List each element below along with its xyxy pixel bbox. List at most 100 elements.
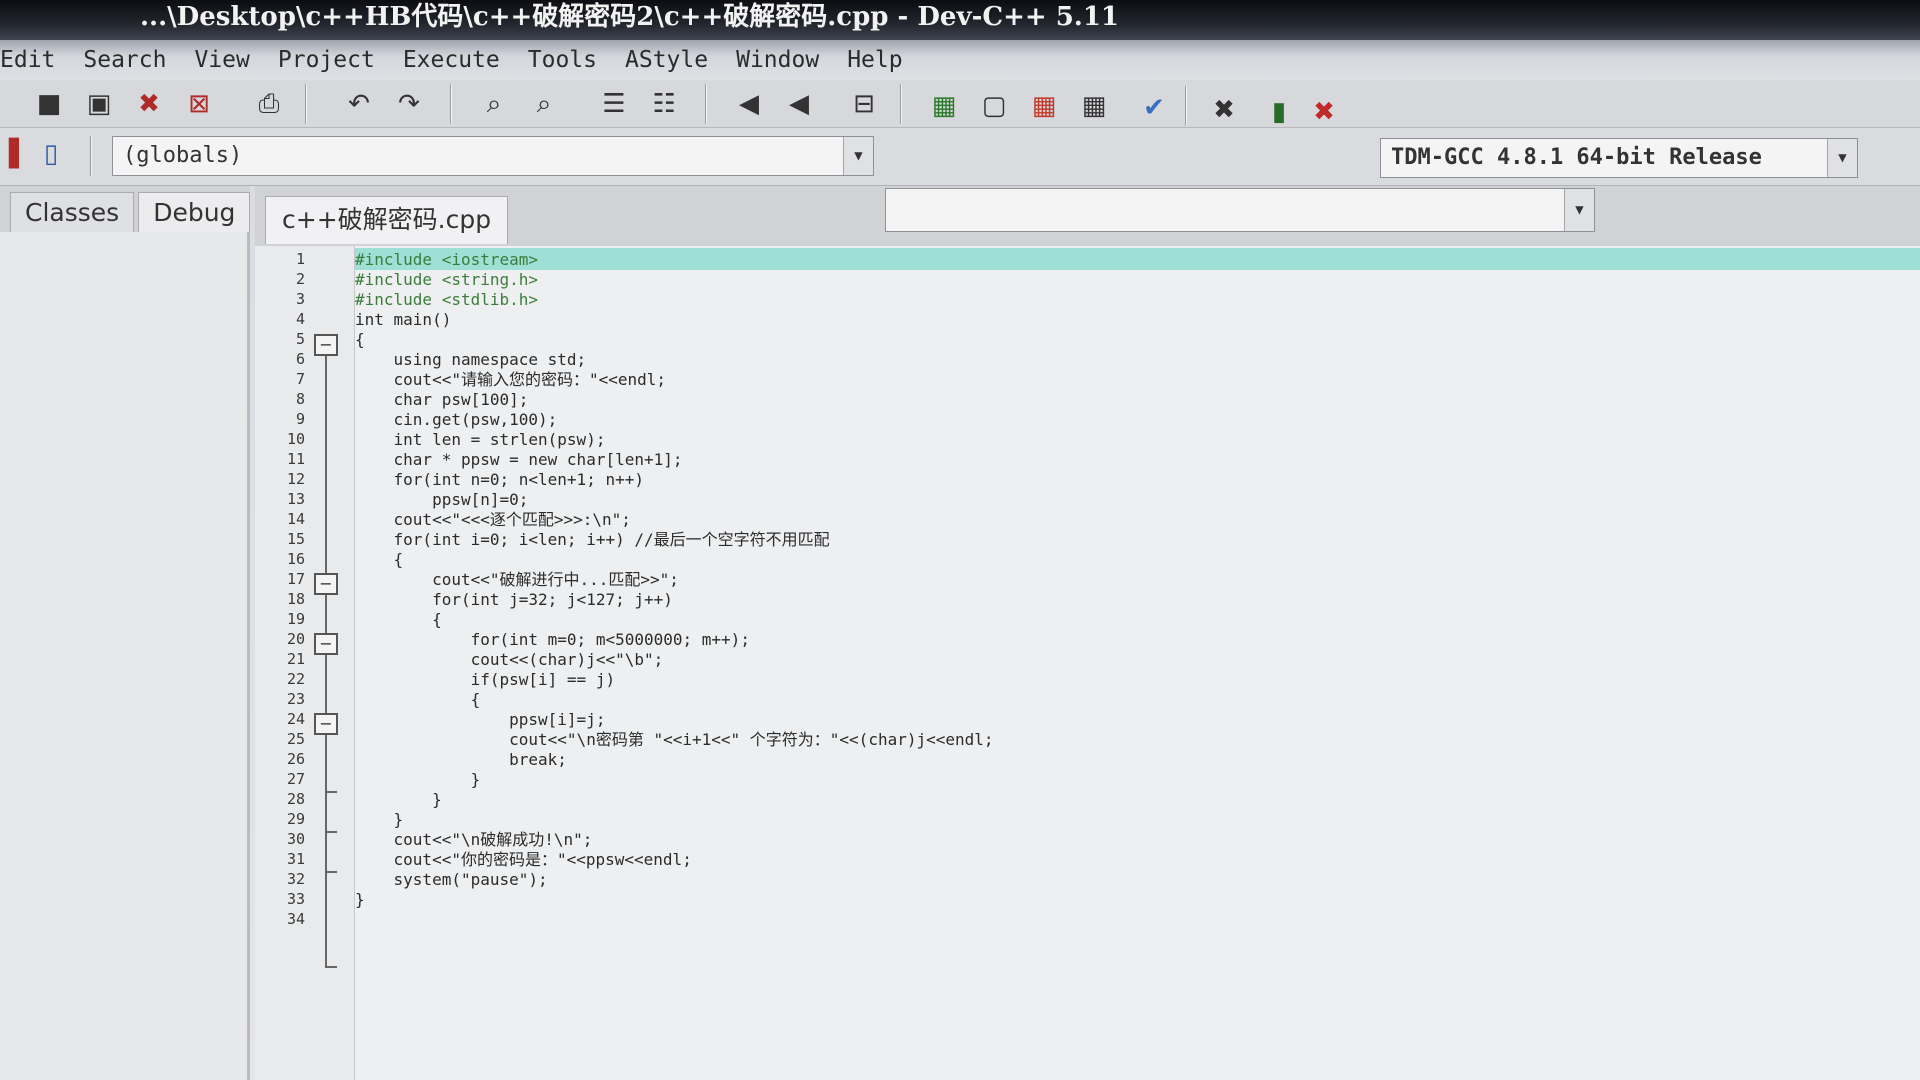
member-combo[interactable]: ▼ bbox=[885, 188, 1595, 232]
compile-icon[interactable]: ▦ bbox=[925, 88, 963, 124]
unindent-icon[interactable]: ☷ bbox=[645, 86, 683, 122]
close-file-icon[interactable]: ✖ bbox=[130, 86, 168, 122]
tab-debug[interactable]: Debug bbox=[138, 192, 251, 232]
delete-profile-icon[interactable]: ✖ bbox=[1305, 94, 1343, 130]
chevron-down-icon[interactable]: ▼ bbox=[1564, 189, 1594, 231]
code-line: if(psw[i] == j) bbox=[355, 670, 616, 689]
chevron-down-icon[interactable]: ▼ bbox=[843, 137, 873, 175]
code-line: cout<<"\n密码第 "<<i+1<<" 个字符为："<<(char)j<<… bbox=[355, 730, 994, 749]
goto-line-icon[interactable]: ⊟ bbox=[845, 86, 883, 122]
line-number: 7 bbox=[295, 370, 305, 388]
menu-execute[interactable]: Execute bbox=[389, 47, 514, 73]
code-line: #include <stdlib.h> bbox=[355, 290, 539, 309]
undo-icon[interactable]: ↶ bbox=[340, 86, 378, 122]
bookmark-back-icon[interactable]: ◀ bbox=[730, 86, 768, 122]
line-number: 31 bbox=[286, 850, 305, 868]
line-number: 2 bbox=[295, 270, 305, 288]
line-number: 26 bbox=[286, 750, 305, 768]
fold-end-tick bbox=[325, 831, 337, 833]
line-number: 17 bbox=[286, 570, 305, 588]
file-tab[interactable]: c++破解密码.cpp bbox=[265, 196, 509, 244]
code-line: for(int m=0; m<5000000; m++); bbox=[355, 630, 750, 649]
code-line: using namespace std; bbox=[355, 350, 587, 369]
fold-toggle-icon[interactable]: − bbox=[314, 334, 338, 356]
menu-project[interactable]: Project bbox=[264, 47, 389, 73]
line-number: 20 bbox=[286, 630, 305, 648]
toolbar-separator bbox=[90, 136, 92, 176]
menu-window[interactable]: Window bbox=[722, 47, 833, 73]
fold-end-tick bbox=[325, 966, 337, 968]
fold-toggle-icon[interactable]: − bbox=[314, 573, 338, 595]
code-line: #include <string.h> bbox=[355, 270, 539, 289]
insert-icon[interactable]: ▯ bbox=[32, 136, 70, 172]
fold-end-tick bbox=[325, 871, 337, 873]
code-line: { bbox=[355, 610, 442, 629]
stop-icon[interactable]: ✖ bbox=[1205, 92, 1243, 128]
line-number: 16 bbox=[286, 550, 305, 568]
profile-icon[interactable]: ▮ bbox=[1260, 94, 1298, 130]
menu-tools[interactable]: Tools bbox=[514, 47, 611, 73]
globals-combo[interactable]: (globals) ▼ bbox=[112, 136, 874, 176]
tab-classes[interactable]: Classes bbox=[10, 192, 135, 232]
chevron-down-icon[interactable]: ▼ bbox=[1827, 139, 1857, 177]
line-number: 32 bbox=[286, 870, 305, 888]
run-icon[interactable]: ▢ bbox=[975, 88, 1013, 124]
compiler-combo[interactable]: TDM-GCC 4.8.1 64-bit Release ▼ bbox=[1380, 138, 1858, 178]
line-number: 33 bbox=[286, 890, 305, 908]
toolbar-separator bbox=[705, 84, 707, 124]
bookmark-forward-icon[interactable]: ◀ bbox=[780, 86, 818, 122]
code-line: char * ppsw = new char[len+1]; bbox=[355, 450, 683, 469]
line-number: 13 bbox=[286, 490, 305, 508]
line-number: 24 bbox=[286, 710, 305, 728]
dev-cpp-window: ...\Desktop\c++HB代码\c++破解密码2\c++破解密码.cpp… bbox=[0, 0, 1920, 1080]
toolbar-separator bbox=[900, 84, 902, 124]
line-number: 5 bbox=[295, 330, 305, 348]
line-number-gutter: − − − − 1 2 3 4 5 6 7 8 9 10 11 12 13 14 15 16 17 18 19 20 2… bbox=[255, 246, 355, 1080]
line-number: 6 bbox=[295, 350, 305, 368]
redo-icon[interactable]: ↷ bbox=[390, 86, 428, 122]
globals-combo-value: (globals) bbox=[123, 143, 243, 168]
code-line: int main() bbox=[355, 310, 452, 329]
compiler-combo-value: TDM-GCC 4.8.1 64-bit Release bbox=[1391, 145, 1762, 170]
line-number: 18 bbox=[286, 590, 305, 608]
main-toolbar: ■ ▣ ✖ ⊠ ⎙ ↶ ↷ ⌕ ⌕ ☰ ☷ ◀ ◀ ⊟ ▦ ▢ ▦ ▦ ✔ ✖ … bbox=[0, 80, 1920, 128]
close-all-icon[interactable]: ⊠ bbox=[180, 86, 218, 122]
toolbar-separator bbox=[1185, 86, 1187, 126]
code-line: for(int n=0; n<len+1; n++) bbox=[355, 470, 644, 489]
left-panel bbox=[0, 232, 250, 1080]
fold-line bbox=[325, 356, 327, 968]
line-number: 25 bbox=[286, 730, 305, 748]
line-number: 4 bbox=[295, 310, 305, 328]
syntax-check-icon[interactable]: ✔ bbox=[1135, 90, 1173, 126]
find-icon[interactable]: ⌕ bbox=[475, 86, 513, 122]
code-line: break; bbox=[355, 750, 567, 769]
code-editor[interactable]: #include <iostream> #include <string.h> #i… bbox=[355, 246, 1920, 1080]
code-line: int len = strlen(psw); bbox=[355, 430, 606, 449]
menu-search[interactable]: Search bbox=[69, 47, 180, 73]
code-line: } bbox=[355, 890, 365, 909]
new-file-icon[interactable]: ■ bbox=[30, 86, 68, 122]
menu-help[interactable]: Help bbox=[833, 47, 916, 73]
replace-icon[interactable]: ⌕ bbox=[525, 86, 563, 122]
menu-view[interactable]: View bbox=[180, 47, 263, 73]
code-line: cout<<"破解进行中...匹配>>"; bbox=[355, 570, 679, 589]
menu-edit[interactable]: Edit bbox=[0, 47, 69, 73]
line-number: 19 bbox=[286, 610, 305, 628]
toolbar-separator bbox=[450, 84, 452, 124]
code-line: system("pause"); bbox=[355, 870, 548, 889]
code-line: { bbox=[355, 550, 404, 569]
code-line: ppsw[i]=j; bbox=[355, 710, 606, 729]
fold-end-tick bbox=[325, 791, 337, 793]
print-icon[interactable]: ⎙ bbox=[250, 86, 288, 122]
indent-icon[interactable]: ☰ bbox=[595, 86, 633, 122]
menu-astyle[interactable]: AStyle bbox=[611, 47, 722, 73]
code-line: cout<<"\n破解成功!\n"; bbox=[355, 830, 593, 849]
window-title: ...\Desktop\c++HB代码\c++破解密码2\c++破解密码.cpp… bbox=[140, 2, 1120, 32]
secondary-toolbar: ▌ ▯ (globals) ▼ TDM-GCC 4.8.1 64-bit Rel… bbox=[0, 128, 1920, 186]
compile-run-icon[interactable]: ▦ bbox=[1025, 88, 1063, 124]
rebuild-icon[interactable]: ▦ bbox=[1075, 88, 1113, 124]
fold-toggle-icon[interactable]: − bbox=[314, 633, 338, 655]
open-file-icon[interactable]: ▣ bbox=[80, 86, 118, 122]
fold-toggle-icon[interactable]: − bbox=[314, 713, 338, 735]
